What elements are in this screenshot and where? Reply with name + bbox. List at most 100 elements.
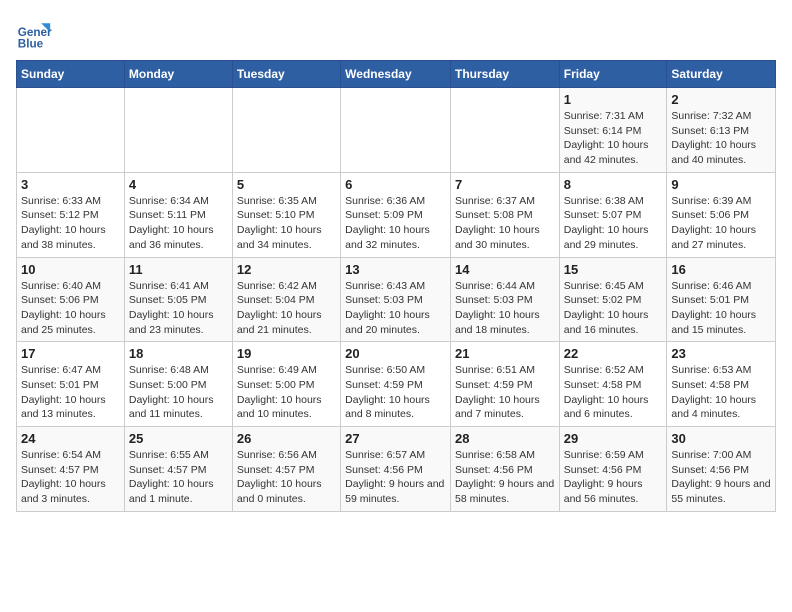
day-number: 4: [129, 177, 228, 192]
day-number: 22: [564, 346, 663, 361]
day-number: 21: [455, 346, 555, 361]
svg-text:Blue: Blue: [18, 38, 44, 51]
day-number: 9: [671, 177, 771, 192]
calendar-week-1: 1 Sunrise: 7:31 AM Sunset: 6:14 PM Daylig…: [17, 88, 776, 173]
day-number: 24: [21, 431, 120, 446]
day-header-thursday: Thursday: [450, 61, 559, 88]
calendar-cell: [450, 88, 559, 173]
day-info: Sunrise: 7:31 AM Sunset: 6:14 PM Dayligh…: [564, 109, 663, 168]
day-number: 14: [455, 262, 555, 277]
calendar-week-3: 10Sunrise: 6:40 AM Sunset: 5:06 PM Dayli…: [17, 257, 776, 342]
day-number: 28: [455, 431, 555, 446]
calendar-cell: 19 Sunrise: 6:49 AM Sunset: 5:00 PM Dayli…: [232, 342, 340, 427]
day-number: 2: [671, 92, 771, 107]
calendar-week-2: 3 Sunrise: 6:33 AM Sunset: 5:12 PM Daylig…: [17, 172, 776, 257]
day-info: Sunrise: 7:00 AM Sunset: 4:56 PM Dayligh…: [671, 448, 771, 507]
day-info: Sunrise: 7:32 AM Sunset: 6:13 PM Dayligh…: [671, 109, 771, 168]
day-info: Sunrise: 6:36 AM Sunset: 5:09 PM Dayligh…: [345, 194, 446, 253]
day-info: Sunrise: 6:53 AM Sunset: 4:58 PM Dayligh…: [671, 363, 771, 422]
calendar-cell: 24 Sunrise: 6:54 AM Sunset: 4:57 PM Dayli…: [17, 427, 125, 512]
day-header-friday: Friday: [559, 61, 667, 88]
day-number: 17: [21, 346, 120, 361]
day-number: 6: [345, 177, 446, 192]
day-number: 5: [237, 177, 336, 192]
calendar-table: SundayMondayTuesdayWednesdayThursdayFrid…: [16, 60, 776, 512]
calendar-cell: [232, 88, 340, 173]
day-info: Sunrise: 6:44 AM Sunset: 5:03 PM Dayligh…: [455, 279, 555, 338]
calendar-cell: 11 Sunrise: 6:41 AM Sunset: 5:05 PM Dayli…: [124, 257, 232, 342]
calendar-cell: 9 Sunrise: 6:39 AM Sunset: 5:06 PM Daylig…: [667, 172, 776, 257]
day-number: 19: [237, 346, 336, 361]
page-header: General Blue: [16, 16, 776, 52]
day-number: 15: [564, 262, 663, 277]
calendar-cell: 17 Sunrise: 6:47 AM Sunset: 5:01 PM Dayli…: [17, 342, 125, 427]
calendar-week-4: 17 Sunrise: 6:47 AM Sunset: 5:01 PM Dayli…: [17, 342, 776, 427]
day-number: 1: [564, 92, 663, 107]
day-number: 7: [455, 177, 555, 192]
day-number: 8: [564, 177, 663, 192]
day-info: Sunrise: 6:47 AM Sunset: 5:01 PM Dayligh…: [21, 363, 120, 422]
calendar-body: 1 Sunrise: 7:31 AM Sunset: 6:14 PM Daylig…: [17, 88, 776, 512]
calendar-cell: 28Sunrise: 6:58 AM Sunset: 4:56 PM Dayli…: [450, 427, 559, 512]
day-info: Sunrise: 6:37 AM Sunset: 5:08 PM Dayligh…: [455, 194, 555, 253]
day-info: Sunrise: 6:51 AM Sunset: 4:59 PM Dayligh…: [455, 363, 555, 422]
day-info: Sunrise: 6:54 AM Sunset: 4:57 PM Dayligh…: [21, 448, 120, 507]
day-number: 26: [237, 431, 336, 446]
calendar-cell: 22 Sunrise: 6:52 AM Sunset: 4:58 PM Dayli…: [559, 342, 667, 427]
calendar-cell: [341, 88, 451, 173]
day-number: 11: [129, 262, 228, 277]
day-number: 3: [21, 177, 120, 192]
calendar-cell: 2 Sunrise: 7:32 AM Sunset: 6:13 PM Daylig…: [667, 88, 776, 173]
calendar-cell: 4 Sunrise: 6:34 AM Sunset: 5:11 PM Daylig…: [124, 172, 232, 257]
calendar-cell: [17, 88, 125, 173]
calendar-cell: 16 Sunrise: 6:46 AM Sunset: 5:01 PM Dayli…: [667, 257, 776, 342]
day-info: Sunrise: 6:39 AM Sunset: 5:06 PM Dayligh…: [671, 194, 771, 253]
day-header-tuesday: Tuesday: [232, 61, 340, 88]
day-info: Sunrise: 6:33 AM Sunset: 5:12 PM Dayligh…: [21, 194, 120, 253]
day-info: Sunrise: 6:43 AM Sunset: 5:03 PM Dayligh…: [345, 279, 446, 338]
calendar-cell: 30 Sunrise: 7:00 AM Sunset: 4:56 PM Dayli…: [667, 427, 776, 512]
calendar-cell: 15 Sunrise: 6:45 AM Sunset: 5:02 PM Dayli…: [559, 257, 667, 342]
day-number: 29: [564, 431, 663, 446]
day-info: Sunrise: 6:34 AM Sunset: 5:11 PM Dayligh…: [129, 194, 228, 253]
day-header-sunday: Sunday: [17, 61, 125, 88]
day-info: Sunrise: 6:38 AM Sunset: 5:07 PM Dayligh…: [564, 194, 663, 253]
calendar-cell: 6 Sunrise: 6:36 AM Sunset: 5:09 PM Daylig…: [341, 172, 451, 257]
calendar-cell: 13Sunrise: 6:43 AM Sunset: 5:03 PM Dayli…: [341, 257, 451, 342]
day-number: 10: [21, 262, 120, 277]
day-info: Sunrise: 6:42 AM Sunset: 5:04 PM Dayligh…: [237, 279, 336, 338]
day-info: Sunrise: 6:46 AM Sunset: 5:01 PM Dayligh…: [671, 279, 771, 338]
day-info: Sunrise: 6:52 AM Sunset: 4:58 PM Dayligh…: [564, 363, 663, 422]
day-number: 30: [671, 431, 771, 446]
day-number: 12: [237, 262, 336, 277]
day-info: Sunrise: 6:59 AM Sunset: 4:56 PM Dayligh…: [564, 448, 663, 507]
day-number: 27: [345, 431, 446, 446]
calendar-cell: 1 Sunrise: 7:31 AM Sunset: 6:14 PM Daylig…: [559, 88, 667, 173]
day-info: Sunrise: 6:48 AM Sunset: 5:00 PM Dayligh…: [129, 363, 228, 422]
calendar-cell: 14 Sunrise: 6:44 AM Sunset: 5:03 PM Dayli…: [450, 257, 559, 342]
calendar-week-5: 24 Sunrise: 6:54 AM Sunset: 4:57 PM Dayli…: [17, 427, 776, 512]
day-info: Sunrise: 6:41 AM Sunset: 5:05 PM Dayligh…: [129, 279, 228, 338]
calendar-cell: 3 Sunrise: 6:33 AM Sunset: 5:12 PM Daylig…: [17, 172, 125, 257]
day-info: Sunrise: 6:57 AM Sunset: 4:56 PM Dayligh…: [345, 448, 446, 507]
calendar-cell: 27 Sunrise: 6:57 AM Sunset: 4:56 PM Dayli…: [341, 427, 451, 512]
calendar-cell: 29 Sunrise: 6:59 AM Sunset: 4:56 PM Dayli…: [559, 427, 667, 512]
day-number: 16: [671, 262, 771, 277]
day-number: 25: [129, 431, 228, 446]
day-info: Sunrise: 6:56 AM Sunset: 4:57 PM Dayligh…: [237, 448, 336, 507]
day-header-monday: Monday: [124, 61, 232, 88]
calendar-cell: 8 Sunrise: 6:38 AM Sunset: 5:07 PM Daylig…: [559, 172, 667, 257]
calendar-cell: 20Sunrise: 6:50 AM Sunset: 4:59 PM Dayli…: [341, 342, 451, 427]
calendar-cell: 26 Sunrise: 6:56 AM Sunset: 4:57 PM Dayli…: [232, 427, 340, 512]
day-info: Sunrise: 6:35 AM Sunset: 5:10 PM Dayligh…: [237, 194, 336, 253]
day-number: 23: [671, 346, 771, 361]
day-info: Sunrise: 6:50 AM Sunset: 4:59 PM Dayligh…: [345, 363, 446, 422]
calendar-cell: 10Sunrise: 6:40 AM Sunset: 5:06 PM Dayli…: [17, 257, 125, 342]
calendar-cell: 7 Sunrise: 6:37 AM Sunset: 5:08 PM Daylig…: [450, 172, 559, 257]
calendar-header: SundayMondayTuesdayWednesdayThursdayFrid…: [17, 61, 776, 88]
day-info: Sunrise: 6:49 AM Sunset: 5:00 PM Dayligh…: [237, 363, 336, 422]
calendar-cell: 25Sunrise: 6:55 AM Sunset: 4:57 PM Dayli…: [124, 427, 232, 512]
logo: General Blue: [16, 16, 56, 52]
day-info: Sunrise: 6:45 AM Sunset: 5:02 PM Dayligh…: [564, 279, 663, 338]
calendar-cell: 18Sunrise: 6:48 AM Sunset: 5:00 PM Dayli…: [124, 342, 232, 427]
